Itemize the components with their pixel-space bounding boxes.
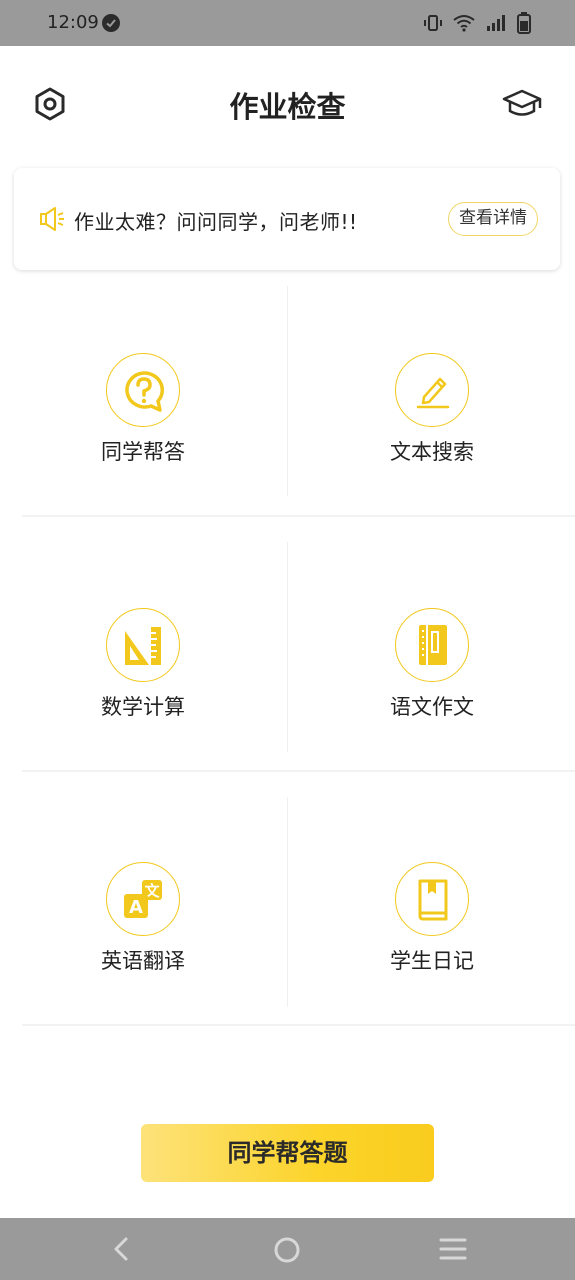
icon-circle: 文 A [106, 862, 180, 936]
grid-item-label: 英语翻译 [101, 949, 185, 973]
grid-item-label: 同学帮答 [101, 440, 185, 464]
icon-circle [395, 608, 469, 682]
diary-book-icon [418, 879, 448, 921]
notice-card[interactable]: 作业太难？问问同学，问老师!! 查看详情 [14, 168, 560, 270]
status-bar: 12:09 [0, 0, 575, 46]
pencil-icon [416, 377, 450, 409]
notebook-icon [419, 625, 447, 665]
wifi-icon [453, 15, 475, 32]
grid-item-chinese-essay[interactable]: 语文作文 [288, 538, 575, 772]
grid-item-label: 学生日记 [390, 949, 474, 973]
grid-item-student-diary[interactable]: 学生日记 [288, 793, 575, 1027]
graduation-cap-icon[interactable] [500, 86, 544, 122]
check-badge-icon [102, 14, 120, 32]
icon-circle [395, 862, 469, 936]
grid-item-text-search[interactable]: 文本搜索 [288, 282, 575, 516]
view-details-button[interactable]: 查看详情 [448, 202, 538, 236]
home-icon[interactable] [272, 1235, 302, 1265]
app-header: 作业检查 [0, 46, 575, 158]
vibrate-icon [424, 15, 442, 31]
menu-icon[interactable] [438, 1236, 468, 1262]
grid-divider [22, 515, 575, 517]
icon-circle [106, 353, 180, 427]
back-icon[interactable] [108, 1235, 136, 1263]
page-title: 作业检查 [229, 90, 346, 124]
ruler-triangle-icon [125, 627, 161, 665]
grid-item-classmate-answer[interactable]: 同学帮答 [0, 282, 287, 516]
grid-item-english-translate[interactable]: 文 A 英语翻译 [0, 793, 287, 1027]
notice-text: 作业太难？问问同学，问老师!! [74, 210, 358, 234]
svg-text:A: A [129, 897, 143, 918]
grid-divider [22, 770, 575, 772]
grid-item-label: 文本搜索 [390, 440, 474, 464]
icon-circle [395, 353, 469, 427]
status-time: 12:09 [47, 12, 99, 33]
system-nav-bar [0, 1218, 575, 1280]
grid-item-math-calc[interactable]: 数学计算 [0, 538, 287, 772]
signal-icon [487, 15, 505, 31]
question-bubble-icon [125, 371, 164, 412]
grid-divider [22, 1024, 575, 1026]
grid-item-label: 数学计算 [101, 695, 185, 719]
grid-item-label: 语文作文 [390, 695, 474, 719]
translate-icon: 文 A [124, 880, 162, 918]
megaphone-icon [40, 207, 64, 231]
status-icons [423, 12, 531, 34]
ask-classmates-button[interactable]: 同学帮答题 [141, 1124, 434, 1182]
battery-icon [517, 12, 531, 34]
icon-circle [106, 608, 180, 682]
